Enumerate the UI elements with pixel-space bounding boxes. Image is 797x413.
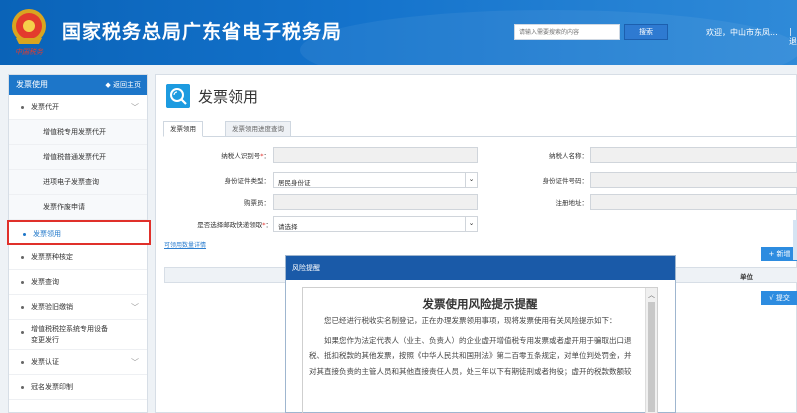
sidebar-item-label: 增值税普通发票代开 — [43, 153, 106, 161]
sidebar-item-label: 发票查询 — [31, 278, 59, 286]
chevron-down-icon: ﹀ — [131, 358, 139, 367]
taxpayer-name-label: 纳税人名称： — [549, 152, 588, 160]
id-number-field[interactable] — [590, 172, 797, 188]
chevron-down-icon: ⌄ — [465, 173, 477, 187]
sidebar-item-invoice-cancel[interactable]: 发票验旧缴销 ﹀ — [9, 295, 147, 320]
bullet-icon — [21, 386, 24, 389]
delivery-label: 是否选择邮政快递领取*： — [168, 219, 272, 229]
taxpayer-id-field[interactable] — [273, 147, 478, 163]
sidebar-item-named-invoice[interactable]: 冠名发票印制 — [9, 375, 147, 400]
form-row-id: 身份证件类型： 居民身份证 ⌄ 身份证件号码： — [166, 172, 797, 188]
bullet-icon — [21, 361, 24, 364]
dialog-header: 风险提醒 — [286, 256, 675, 280]
unit-column-header: 单位 — [740, 273, 753, 281]
label-colon: ： — [265, 221, 273, 229]
sidebar-item-label: 发票领用 — [33, 230, 61, 238]
form-row-taxpayer: 纳税人识别号*： 纳税人名称： — [166, 147, 797, 163]
chevron-down-icon: ﹀ — [131, 103, 139, 112]
form-row-buyer: 购票员： 注册地址： — [166, 194, 797, 210]
edge-strip — [793, 220, 797, 260]
site-title: 国家税务总局广东省电子税务局 — [62, 21, 343, 43]
bullet-icon — [21, 306, 24, 309]
chevron-down-icon: ﹀ — [131, 303, 139, 312]
sidebar-item-label: 增值税税控系统专用设备 — [31, 325, 108, 333]
sidebar-item-e-invoice-query[interactable]: 进项电子发票查询 — [9, 170, 147, 195]
form-row-delivery: 是否选择邮政快递领取*： 请选择 ⌄ — [166, 216, 797, 232]
add-button[interactable]: + 新增 — [761, 247, 797, 261]
dialog-body: 发票使用风险提示提醒 您已经进行税收实名制登记，正在办理发票领用事项，现将发票使… — [302, 287, 658, 413]
top-header: 中国税务 国家税务总局广东省电子税务局 搜索 欢迎，中山市东凤... | 退 — [0, 0, 797, 65]
sidebar-item-invoice-type-check[interactable]: 发票票种核定 — [9, 245, 147, 270]
quantity-detail-link[interactable]: 可领用数量详情 — [164, 240, 206, 249]
taxpayer-id-label: 纳税人识别号*： — [186, 150, 270, 160]
tab-progress-query[interactable]: 发票领用进度查询 — [225, 121, 291, 137]
logout-link[interactable]: | 退 — [789, 27, 797, 47]
submit-button[interactable]: √ 提交 — [761, 291, 797, 305]
label-text: 是否选择邮政快递领取 — [197, 221, 263, 229]
search-button[interactable]: 搜索 — [624, 24, 668, 40]
bullet-icon — [21, 256, 24, 259]
tab-invoice-receive[interactable]: 发票领用 — [163, 121, 203, 137]
buyer-label: 购票员： — [244, 199, 270, 207]
sidebar-item-tax-device-change[interactable]: 增值税税控系统专用设备 变更发行 — [9, 320, 147, 350]
address-field[interactable] — [590, 194, 797, 210]
scroll-up-icon[interactable]: ︿ — [648, 290, 655, 300]
scrollbar-thumb[interactable] — [648, 302, 655, 412]
address-label: 注册地址： — [555, 199, 589, 207]
sidebar-item-label: 发票认证 — [31, 358, 59, 366]
tax-emblem-icon: 中国税务 — [12, 9, 46, 56]
chevron-down-icon: ⌄ — [465, 217, 477, 231]
welcome-text[interactable]: 欢迎，中山市东凤... — [706, 27, 778, 38]
sidebar-item-label-line2: 变更发行 — [31, 336, 59, 344]
back-home-link[interactable]: ◆ 返回主页 — [105, 75, 141, 95]
page-title: 发票领用 — [198, 88, 259, 106]
bullet-icon — [21, 281, 24, 284]
delivery-select[interactable]: 请选择 ⌄ — [273, 216, 478, 232]
id-type-select[interactable]: 居民身份证 ⌄ — [273, 172, 478, 188]
sidebar-item-label: 增值税专用发票代开 — [43, 128, 106, 136]
bullet-icon — [23, 233, 26, 236]
sidebar-item-invoice-void[interactable]: 发票作废申请 — [9, 195, 147, 220]
sidebar-item-invoice-query[interactable]: 发票查询 — [9, 270, 147, 295]
bullet-icon — [21, 331, 24, 334]
sidebar-item-label: 发票验旧缴销 — [31, 303, 73, 311]
taxpayer-name-field[interactable] — [590, 147, 797, 163]
sidebar-item-label: 冠名发票印制 — [31, 383, 73, 391]
tab-bar: 发票领用 发票领用进度查询 — [163, 121, 797, 137]
dialog-title: 发票使用风险提示提醒 — [422, 297, 538, 311]
sidebar-item-label: 发票作废申请 — [43, 203, 85, 211]
delivery-value: 请选择 — [278, 223, 298, 231]
dialog-paragraph-1: 您已经进行税收实名制登记，正在办理发票领用事项，现将发票使用有关风险提示如下： — [324, 316, 617, 325]
risk-warning-dialog: 风险提醒 发票使用风险提示提醒 您已经进行税收实名制登记，正在办理发票领用事项，… — [285, 255, 676, 413]
search-input[interactable] — [514, 24, 620, 40]
search-icon — [166, 84, 190, 108]
sidebar-item-invoice-receive[interactable]: 发票领用 — [7, 220, 151, 245]
id-type-value: 居民身份证 — [278, 179, 311, 187]
sidebar-item-label: 发票代开 — [31, 103, 59, 111]
dialog-scrollbar[interactable]: ︿ — [645, 288, 657, 413]
sidebar-item-label: 进项电子发票查询 — [43, 178, 99, 186]
label-text: 纳税人识别号 — [221, 152, 261, 160]
label-colon: ： — [263, 152, 271, 160]
sidebar-header-label: 发票使用 — [16, 80, 48, 89]
buyer-field[interactable] — [273, 194, 478, 210]
dialog-paragraph-2: 如果您作为法定代表人（业主、负责人）的企业虚开增值税专用发票或者虚开用于骗取出口… — [309, 335, 632, 376]
svg-text:中国税务: 中国税务 — [15, 48, 44, 56]
id-type-label: 身份证件类型： — [224, 177, 271, 185]
sidebar-item-invoice-issuing[interactable]: 发票代开 ﹀ — [9, 95, 147, 120]
id-number-label: 身份证件号码： — [542, 177, 589, 185]
sidebar-item-vat-general[interactable]: 增值税普通发票代开 — [9, 145, 147, 170]
sidebar-item-label: 发票票种核定 — [31, 253, 73, 261]
bullet-icon — [21, 106, 24, 109]
sidebar-item-vat-special[interactable]: 增值税专用发票代开 — [9, 120, 147, 145]
sidebar-item-invoice-auth[interactable]: 发票认证 ﹀ — [9, 350, 147, 375]
sidebar: 发票使用 ◆ 返回主页 发票代开 ﹀ 增值税专用发票代开 增值税普通发票代开 进… — [7, 74, 151, 413]
sidebar-header: 发票使用 ◆ 返回主页 — [9, 75, 147, 95]
